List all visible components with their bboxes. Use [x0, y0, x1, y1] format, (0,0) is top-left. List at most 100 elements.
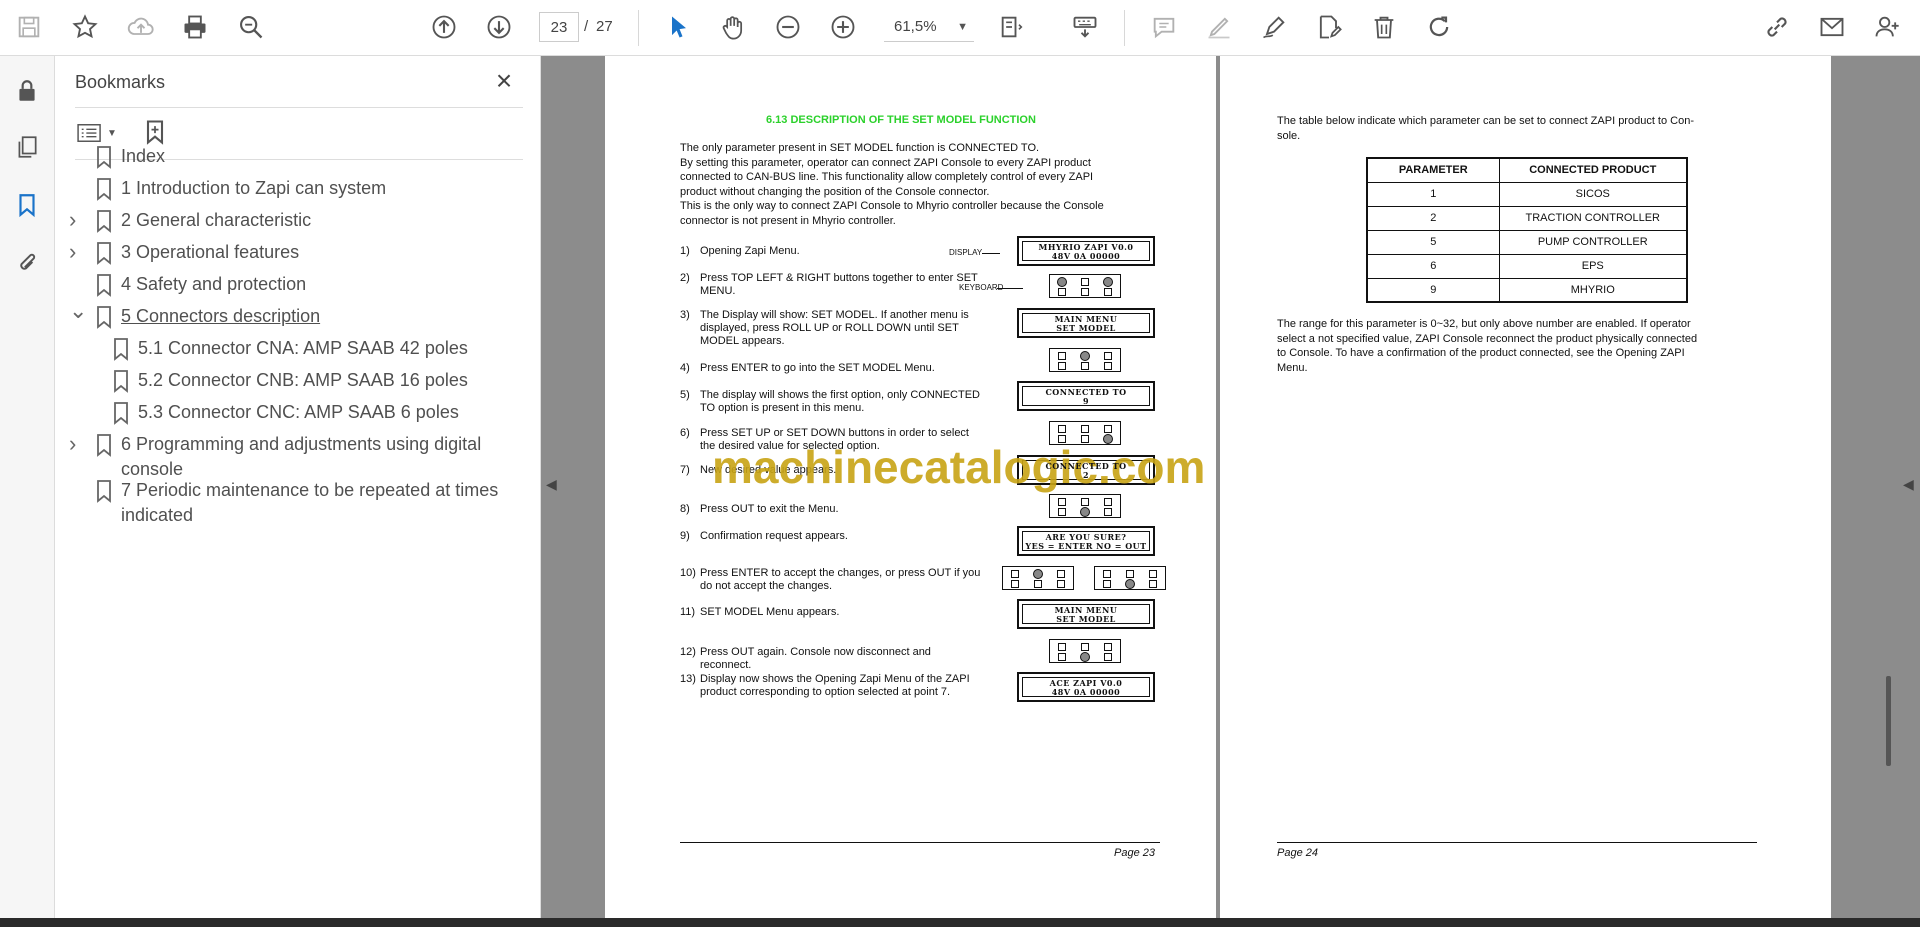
- email-icon[interactable]: [1815, 10, 1849, 44]
- key-icon: [1058, 288, 1066, 296]
- key-icon: [1126, 570, 1134, 578]
- bookmark-icon: [95, 209, 113, 233]
- key-icon: [1104, 653, 1112, 661]
- pressed-key-icon: [1080, 351, 1090, 361]
- lcd-display: MAIN MENU SET MODEL: [1017, 599, 1155, 629]
- draw-sign-icon[interactable]: [1257, 10, 1291, 44]
- comment-icon[interactable]: [1147, 10, 1181, 44]
- chevron-right-icon[interactable]: ›: [69, 208, 85, 233]
- chevron-right-icon[interactable]: ›: [69, 240, 85, 265]
- page-separator: /: [584, 18, 589, 35]
- table-cell: SICOS: [1498, 181, 1688, 207]
- label-arrow: [997, 288, 1023, 289]
- highlight-pen-icon[interactable]: [1202, 10, 1236, 44]
- step-number: 1): [680, 245, 690, 257]
- zoom-out-icon[interactable]: [771, 10, 805, 44]
- table-cell: 5: [1366, 229, 1500, 255]
- page-number-input[interactable]: [539, 12, 579, 42]
- bookmark-icon: [95, 273, 113, 297]
- intro-line: The only parameter present in SET MODEL …: [680, 142, 1040, 154]
- intro-line: connector is not present in Mhyrio contr…: [680, 215, 896, 227]
- bookmarks-panel-title: Bookmarks: [75, 72, 166, 92]
- column-header: CONNECTED PRODUCT: [1498, 157, 1688, 183]
- pressed-key-icon: [1125, 579, 1135, 589]
- pressed-key-icon: [1080, 507, 1090, 517]
- page-thumbnails-icon[interactable]: [10, 130, 44, 164]
- bookmark-options-button[interactable]: ▼: [75, 118, 121, 148]
- bookmark-icon: [95, 177, 113, 201]
- step-number: 13): [680, 673, 696, 685]
- share-link-icon[interactable]: [1760, 10, 1794, 44]
- bookmark-label: 6 Programming and adjustments using digi…: [121, 434, 482, 479]
- star-icon[interactable]: [68, 10, 102, 44]
- key-icon: [1104, 508, 1112, 516]
- bookmark-icon[interactable]: [10, 188, 44, 222]
- lcd-display: MHYRIO ZAPI V0.0 48V 0A 00000: [1017, 236, 1155, 266]
- key-icon: [1011, 580, 1019, 588]
- step-item: 2) Press TOP LEFT & RIGHT buttons togethe…: [680, 272, 1000, 312]
- zoom-level-select[interactable]: 61,5% ▼: [884, 12, 974, 42]
- key-icon: [1104, 498, 1112, 506]
- step-text: Press TOP LEFT & RIGHT buttons together …: [700, 272, 978, 297]
- bookmarks-panel: Bookmarks × ▼ Index 1 Introduction to Zap…: [55, 56, 541, 918]
- step-item: 5) The display will shows the first optio…: [680, 389, 1000, 429]
- delete-trash-icon[interactable]: [1367, 10, 1401, 44]
- add-user-icon[interactable]: [1870, 10, 1904, 44]
- table-row: 5 PUMP CONTROLLER: [1366, 229, 1688, 255]
- table-cell: 1: [1366, 181, 1500, 207]
- step-number: 12): [680, 646, 696, 658]
- step-item: 13) Display now shows the Opening Zapi Me…: [680, 673, 1000, 713]
- next-page-icon[interactable]: [482, 10, 516, 44]
- step-number: 5): [680, 389, 690, 401]
- keypad-diagram: [1049, 494, 1121, 518]
- chevron-down-icon[interactable]: ⌄: [69, 300, 87, 329]
- keypad-diagram: [1002, 566, 1074, 590]
- edit-document-icon[interactable]: [1312, 10, 1346, 44]
- step-number: 9): [680, 530, 690, 542]
- rotate-icon[interactable]: [1422, 10, 1456, 44]
- chevron-right-icon[interactable]: ›: [69, 432, 85, 457]
- step-text: Confirmation request appears.: [700, 530, 848, 542]
- attachment-icon[interactable]: [10, 246, 44, 280]
- bookmark-label: 4 Safety and protection: [121, 274, 307, 294]
- close-icon[interactable]: ×: [489, 66, 519, 96]
- zoom-search-icon[interactable]: [234, 10, 268, 44]
- key-icon: [1081, 278, 1089, 286]
- step-number: 10): [680, 567, 696, 579]
- lcd-line: SET MODEL: [1056, 323, 1116, 333]
- key-icon: [1058, 653, 1066, 661]
- print-icon[interactable]: [178, 10, 212, 44]
- column-header: PARAMETER: [1366, 157, 1500, 183]
- toolbar-divider: [1124, 10, 1125, 46]
- step-text: SET MODEL Menu appears.: [700, 606, 840, 618]
- page-footer: Page 24: [1277, 847, 1318, 859]
- step-text: Opening Zapi Menu.: [700, 245, 800, 257]
- previous-page-icon[interactable]: [427, 10, 461, 44]
- select-cursor-icon[interactable]: [662, 10, 696, 44]
- lock-icon[interactable]: [10, 74, 44, 108]
- keyboard-scroll-icon[interactable]: [1068, 10, 1102, 44]
- zoom-in-icon[interactable]: [826, 10, 860, 44]
- bookmark-label: 2 General characteristic: [121, 210, 312, 230]
- key-icon: [1058, 498, 1066, 506]
- lcd-line: 48V 0A 00000: [1051, 687, 1121, 697]
- cloud-upload-icon[interactable]: [124, 10, 158, 44]
- key-icon: [1149, 570, 1157, 578]
- bookmark-icon: [112, 337, 130, 361]
- save-icon[interactable]: [12, 10, 46, 44]
- page-fit-icon[interactable]: [995, 10, 1029, 44]
- key-icon: [1034, 580, 1042, 588]
- footer-rule: [1277, 842, 1757, 843]
- step-number: 8): [680, 503, 690, 515]
- table-cell: 2: [1366, 205, 1500, 231]
- key-icon: [1104, 362, 1112, 370]
- collapse-left-icon[interactable]: ◀: [546, 476, 557, 493]
- lcd-display: ACE ZAPI V0.0 48V 0A 00000: [1017, 672, 1155, 702]
- step-number: 7): [680, 464, 690, 476]
- zoom-level-value: 61,5%: [894, 18, 937, 35]
- expand-right-icon[interactable]: ◀: [1903, 476, 1914, 493]
- key-icon: [1081, 288, 1089, 296]
- bookmark-label: 5.3 Connector CNC: AMP SAAB 6 poles: [138, 402, 459, 422]
- hand-tool-icon[interactable]: [716, 10, 750, 44]
- scrollbar-thumb[interactable]: [1886, 676, 1891, 766]
